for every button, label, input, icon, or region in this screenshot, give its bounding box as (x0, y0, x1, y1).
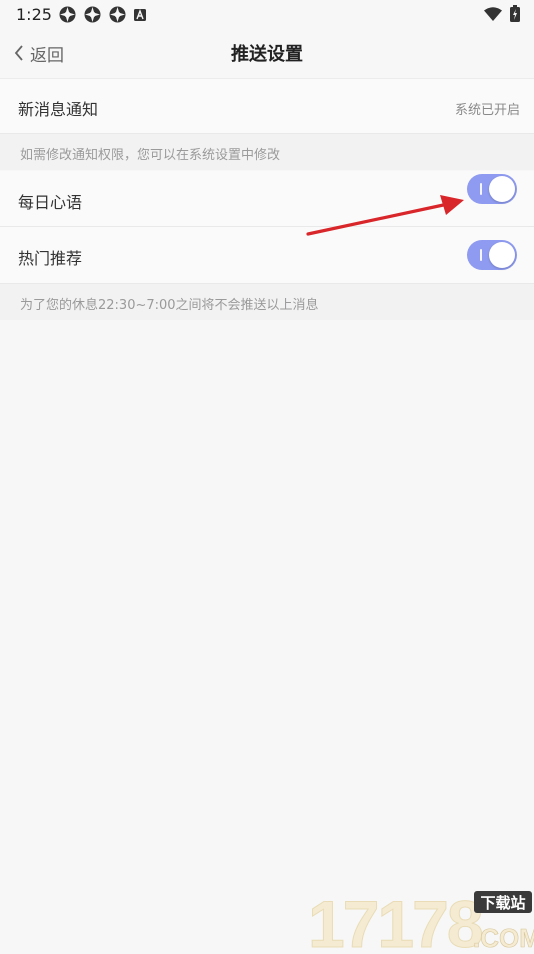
daily-quote-toggle[interactable] (467, 174, 517, 204)
toggle-knob (489, 242, 515, 268)
new-message-label: 新消息通知 (18, 100, 99, 119)
svg-text:17178: 17178 (308, 887, 482, 950)
permission-hint: 如需修改通知权限，您可以在系统设置中修改 (0, 134, 534, 170)
a-badge-icon (134, 8, 146, 21)
permission-hint-text: 如需修改通知权限，您可以在系统设置中修改 (20, 148, 281, 163)
navbar: 返回 推送设置 (0, 28, 534, 79)
status-icons-left (59, 6, 146, 23)
quiet-hours-hint-text: 为了您的休息22:30~7:00之间将不会推送以上消息 (20, 298, 319, 313)
svg-text:.COM: .COM (473, 923, 534, 950)
status-icons-right (484, 5, 520, 22)
watermark-logo-icon: 17178 下载站 .COM (308, 887, 534, 954)
page-title: 推送设置 (231, 44, 303, 65)
system-status-value: 系统已开启 (454, 103, 520, 118)
hot-recommend-label: 热门推荐 (18, 249, 83, 268)
status-time: 1:25 (16, 5, 52, 24)
svg-text:下载站: 下载站 (480, 894, 525, 912)
toggle-on-mark (480, 183, 482, 195)
watermark-logo: 17178 下载站 .COM (308, 885, 534, 954)
notification-icon (59, 6, 76, 23)
battery-charging-icon (510, 5, 520, 22)
annotation-arrow-icon (306, 195, 464, 236)
hot-recommend-toggle[interactable] (467, 240, 517, 270)
wifi-icon (484, 6, 502, 21)
notification-icon (109, 6, 126, 23)
new-message-notification-row[interactable]: 新消息通知 系统已开启 (0, 79, 534, 134)
daily-quote-label: 每日心语 (18, 193, 83, 212)
toggle-on-mark (480, 249, 482, 261)
status-bar: 1:25 (0, 0, 534, 28)
quiet-hours-hint: 为了您的休息22:30~7:00之间将不会推送以上消息 (0, 284, 534, 320)
notification-icon (84, 6, 101, 23)
toggle-knob (489, 176, 515, 202)
